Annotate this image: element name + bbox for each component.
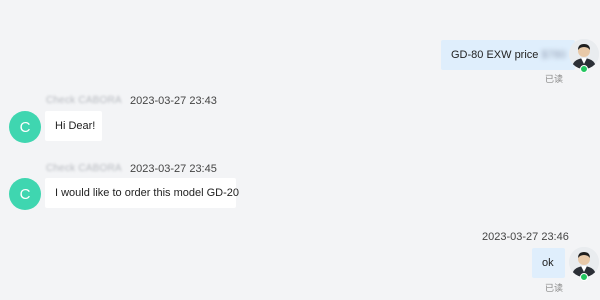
chat-message-list: GD-80 EXW price $780 已读 Check CABORA 202…	[0, 0, 600, 300]
message-text: Hi Dear!	[55, 120, 96, 132]
message-text: ok	[542, 257, 554, 269]
online-status-dot	[580, 65, 588, 73]
read-receipt: 已读	[545, 74, 564, 84]
read-receipt: 已读	[545, 283, 564, 293]
outgoing-message-bubble[interactable]: ok	[532, 248, 565, 278]
sender-name: Check CABORA	[46, 95, 122, 106]
incoming-message-bubble[interactable]: I would like to order this model GD-20	[45, 178, 240, 208]
message-timestamp: 2023-03-27 23:43	[130, 95, 217, 107]
incoming-message-bubble[interactable]: Hi Dear!	[45, 111, 102, 141]
message-timestamp: 2023-03-27 23:46	[482, 231, 569, 243]
sender-avatar[interactable]: C	[9, 178, 41, 210]
online-status-dot	[580, 273, 588, 281]
message-timestamp: 2023-03-27 23:45	[130, 163, 217, 175]
redacted-price: $780	[541, 49, 566, 61]
sender-avatar[interactable]: C	[9, 111, 41, 143]
sender-name: Check CABORA	[46, 163, 122, 174]
message-text: GD-80 EXW price	[451, 49, 539, 61]
outgoing-message-bubble[interactable]: GD-80 EXW price $780	[441, 40, 575, 70]
message-text: I would like to order this model GD-20	[55, 187, 240, 199]
